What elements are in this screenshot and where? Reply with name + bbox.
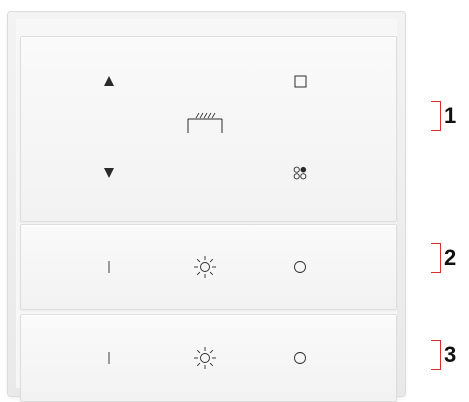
callout-bracket — [431, 243, 441, 273]
triangle-up-icon[interactable] — [97, 69, 121, 93]
callout-2: 2 — [431, 243, 456, 273]
key-2-light[interactable] — [20, 224, 397, 310]
sun-dimmer-icon[interactable] — [193, 255, 217, 279]
callout-3: 3 — [431, 340, 456, 370]
on-line-icon[interactable] — [97, 255, 121, 279]
key-3-light[interactable] — [20, 314, 397, 402]
off-circle-icon[interactable] — [288, 255, 312, 279]
callout-bracket — [431, 340, 441, 370]
scene-dots-icon[interactable] — [288, 161, 312, 185]
off-circle-icon[interactable] — [288, 346, 312, 370]
callout-number: 1 — [444, 103, 457, 128]
callout-bracket — [431, 101, 441, 131]
blind-icon — [185, 111, 225, 135]
callout-1: 1 — [431, 101, 456, 131]
triangle-down-icon[interactable] — [97, 161, 121, 185]
stop-square-icon[interactable] — [288, 69, 312, 93]
key-1-blinds[interactable] — [20, 36, 397, 222]
sun-dimmer-icon[interactable] — [193, 346, 217, 370]
callout-number: 3 — [444, 342, 457, 367]
on-line-icon[interactable] — [97, 346, 121, 370]
switch-panel-frame — [8, 12, 405, 402]
callout-number: 2 — [444, 245, 457, 270]
